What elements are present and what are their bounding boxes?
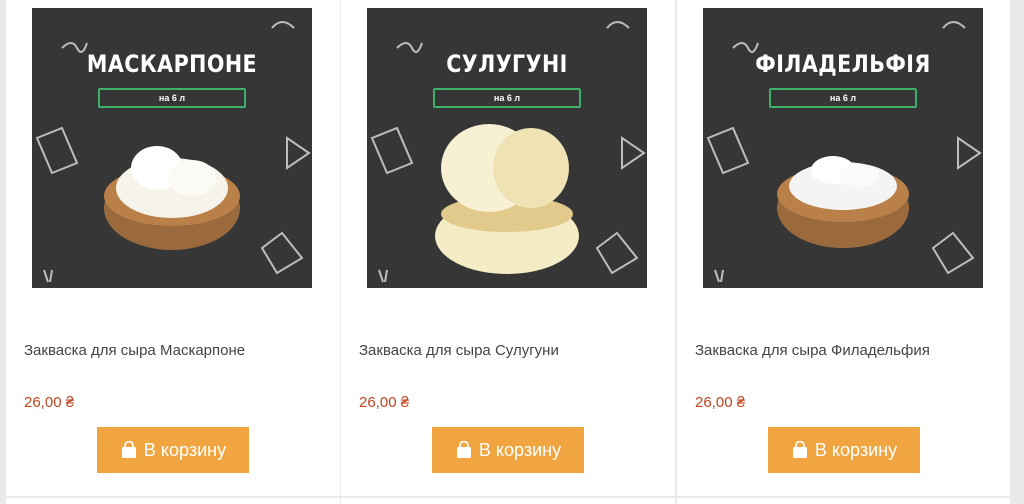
- badge-title: СУЛУГУНІ: [446, 50, 568, 78]
- next-row-card: [677, 498, 1010, 504]
- product-grid: МАСКАРПОНЕ на 6 л Закваска для сыра Маск…: [0, 0, 1024, 504]
- product-image-mascarpone[interactable]: МАСКАРПОНЕ на 6 л: [32, 8, 312, 288]
- add-to-cart-button[interactable]: В корзину: [768, 427, 920, 473]
- product-card: СУЛУГУНІ на 6 л Закваска для сыра Сулугу…: [341, 0, 675, 496]
- badge-title: ФІЛАДЕЛЬФІЯ: [755, 50, 931, 78]
- add-to-cart-button[interactable]: В корзину: [432, 427, 584, 473]
- product-image-philadelphia[interactable]: ФІЛАДЕЛЬФІЯ на 6 л: [703, 8, 983, 288]
- product-price: 26,00 ₴: [24, 394, 75, 411]
- badge-volume: на 6 л: [98, 88, 246, 108]
- product-card: МАСКАРПОНЕ на 6 л Закваска для сыра Маск…: [6, 0, 340, 496]
- product-title[interactable]: Закваска для сыра Сулугуни: [359, 342, 559, 359]
- next-row-card: [341, 498, 675, 504]
- shopping-bag-icon: [120, 440, 138, 459]
- add-to-cart-label: В корзину: [814, 439, 898, 460]
- product-title[interactable]: Закваска для сыра Филадельфия: [695, 342, 930, 359]
- badge-volume: на 6 л: [769, 88, 917, 108]
- product-price: 26,00 ₴: [695, 394, 746, 411]
- add-to-cart-button[interactable]: В корзину: [97, 427, 249, 473]
- add-to-cart-label: В корзину: [478, 439, 562, 460]
- product-title[interactable]: Закваска для сыра Маскарпоне: [24, 342, 245, 359]
- product-price: 26,00 ₴: [359, 394, 410, 411]
- badge-volume: на 6 л: [433, 88, 581, 108]
- shopping-bag-icon: [791, 440, 809, 459]
- badge-title: МАСКАРПОНЕ: [86, 50, 258, 78]
- add-to-cart-label: В корзину: [143, 439, 227, 460]
- product-image-suluguni[interactable]: СУЛУГУНІ на 6 л: [367, 8, 647, 288]
- product-card: ФІЛАДЕЛЬФІЯ на 6 л Закваска для сыра Фил…: [677, 0, 1010, 496]
- next-row-card: [6, 498, 340, 504]
- shopping-bag-icon: [455, 440, 473, 459]
